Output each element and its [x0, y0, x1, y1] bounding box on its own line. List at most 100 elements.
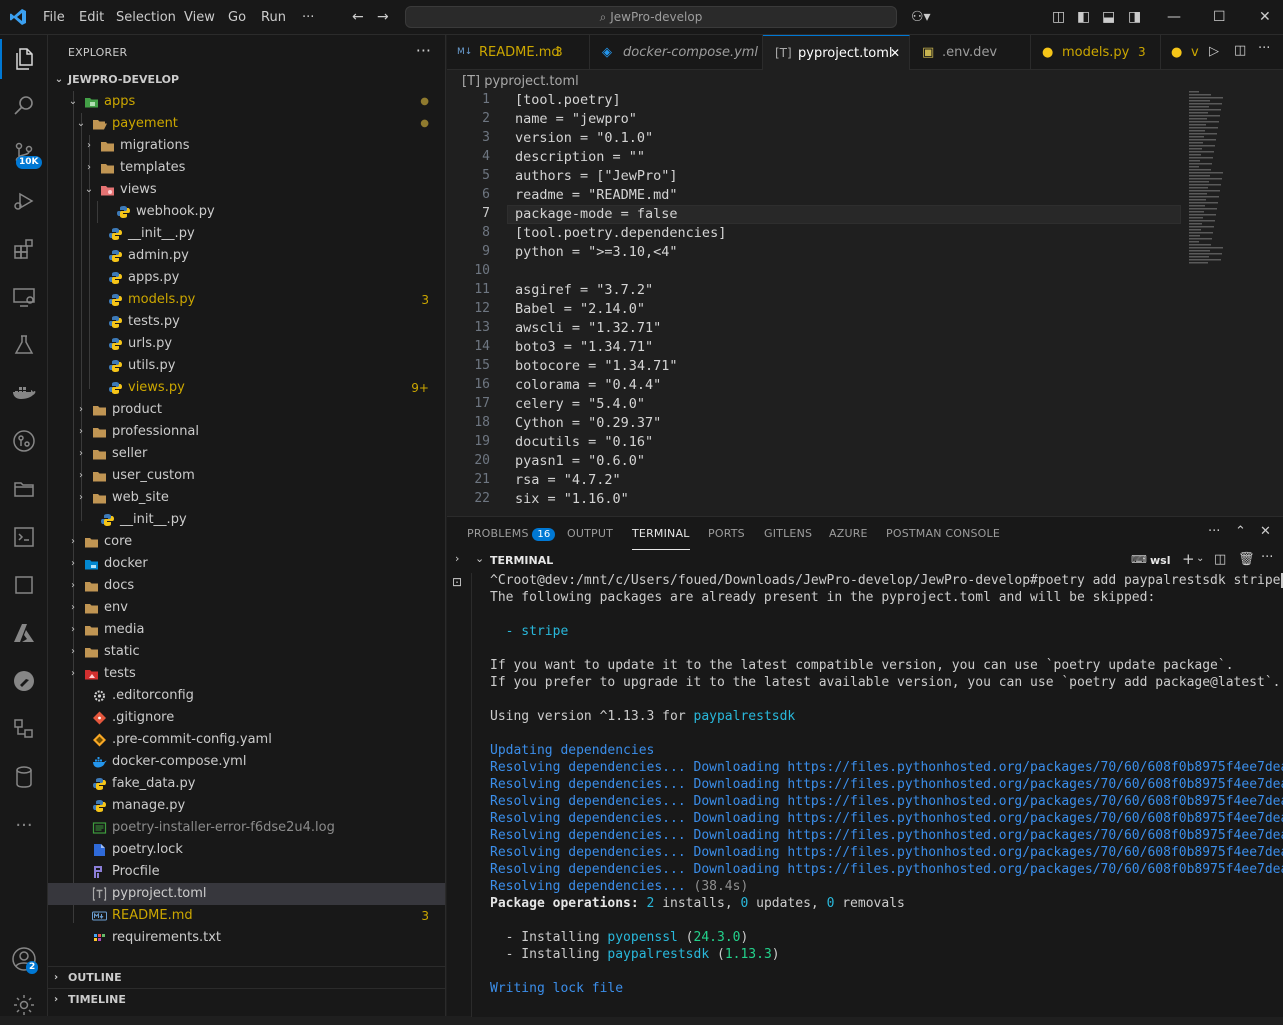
explorer-item[interactable]: › env [48, 597, 445, 619]
chevron-down-icon[interactable]: ⌄ [74, 113, 88, 135]
forward-arrow-icon[interactable]: → [377, 9, 389, 25]
tab-terminal[interactable]: TERMINAL [632, 517, 690, 550]
chevron-down-icon[interactable]: ⌄ [82, 179, 96, 201]
explorer-item[interactable]: pyproject.toml [48, 883, 445, 905]
extensions-icon[interactable] [0, 229, 48, 269]
chevron-right-icon[interactable]: › [66, 663, 80, 685]
command-center-search[interactable]: ⌕ JewPro-develop [405, 6, 897, 28]
kill-terminal-icon[interactable]: 🗑 [1238, 552, 1255, 567]
gitlens-icon[interactable] [0, 421, 48, 461]
explorer-item[interactable]: › user_custom [48, 465, 445, 487]
maximize-icon[interactable]: ☐ [1213, 9, 1226, 25]
chevron-right-icon[interactable]: › [66, 531, 80, 553]
outline-section[interactable]: › OUTLINE [48, 966, 445, 989]
explorer-item[interactable]: › docker [48, 553, 445, 575]
explorer-item[interactable]: › professionnal [48, 421, 445, 443]
toggle-secondary-sidebar-icon[interactable]: ◨ [1128, 9, 1141, 25]
menu-go[interactable]: Go [228, 0, 246, 35]
minimap[interactable] [1189, 91, 1249, 266]
explorer-item[interactable]: › static [48, 641, 445, 663]
explorer-item[interactable]: apps.py [48, 267, 445, 289]
chevron-right-icon[interactable]: › [74, 443, 88, 465]
chevron-right-icon[interactable]: › [66, 597, 80, 619]
explorer-item[interactable]: poetry-installer-error-f6dse2u4.log [48, 817, 445, 839]
breadcrumb[interactable]: [T] pyproject.toml [462, 72, 579, 92]
terminal-view-icon[interactable] [0, 517, 48, 557]
collapse-sidebar-icon[interactable]: › [455, 552, 459, 565]
menu-view[interactable]: View [184, 0, 215, 35]
tab-ports[interactable]: PORTS [708, 517, 745, 550]
close-tab-icon[interactable]: ✕ [890, 36, 900, 70]
split-terminal-icon[interactable]: ◫ [1214, 552, 1226, 567]
code-editor[interactable]: 1 [tool.poetry] 2 name = "jewpro" 3 version =… [447, 91, 1283, 515]
extension-tree-icon[interactable] [0, 709, 48, 749]
terminal-output[interactable]: ^Croot@dev:/mnt/c/Users/foued/Downloads/… [471, 573, 1283, 1017]
chevron-right-icon[interactable]: › [74, 487, 88, 509]
tab-postman-console[interactable]: POSTMAN CONSOLE [886, 517, 1000, 550]
explorer-item[interactable]: › migrations [48, 135, 445, 157]
explorer-item[interactable]: __init__.py [48, 223, 445, 245]
explorer-item[interactable]: › core [48, 531, 445, 553]
terminal-shell-name[interactable]: wsl [1150, 554, 1170, 567]
azure-icon[interactable] [0, 613, 48, 653]
tab-views-truncated[interactable]: ● v [1161, 35, 1201, 70]
postman-icon[interactable] [0, 661, 48, 701]
toggle-sidebar-icon[interactable]: ◧ [1077, 9, 1090, 25]
explorer-item[interactable]: utils.py [48, 355, 445, 377]
explorer-item[interactable]: ⌄ views [48, 179, 445, 201]
terminal-more-icon[interactable]: ··· [1261, 550, 1273, 565]
chevron-down-icon[interactable]: ⌄ [66, 91, 80, 113]
explorer-root[interactable]: ⌄ JEWPRO-DEVELOP [48, 69, 445, 91]
new-terminal-icon[interactable]: + [1182, 550, 1195, 568]
customize-layout-icon[interactable]: ◫ [1052, 9, 1065, 25]
chevron-right-icon[interactable]: › [66, 641, 80, 663]
tab-models[interactable]: ● models.py 3 [1031, 35, 1161, 70]
explorer-item[interactable]: › templates [48, 157, 445, 179]
close-window-icon[interactable]: ✕ [1259, 9, 1271, 25]
chevron-right-icon[interactable]: › [66, 619, 80, 641]
panel-more-icon[interactable]: ··· [1208, 524, 1220, 539]
more-views-icon[interactable]: ··· [0, 805, 48, 845]
search-icon[interactable] [0, 85, 48, 125]
chevron-right-icon[interactable]: › [66, 553, 80, 575]
maximize-panel-icon[interactable]: ⌃ [1235, 524, 1246, 539]
explorer-item[interactable]: docker-compose.yml [48, 751, 445, 773]
tab-pyproject[interactable]: [T] pyproject.toml ✕ [763, 35, 910, 70]
menu-selection[interactable]: Selection [116, 0, 176, 35]
copilot-icon[interactable]: ⚇▾ [911, 9, 931, 25]
run-debug-icon[interactable] [0, 181, 48, 221]
explorer-item[interactable]: urls.py [48, 333, 445, 355]
terminal-chevron-icon[interactable]: ⌄ [475, 552, 484, 565]
toggle-panel-icon[interactable]: ⬓ [1102, 9, 1115, 25]
remote-explorer-icon[interactable] [0, 277, 48, 317]
tab-docker-compose[interactable]: ◈ docker-compose.yml [590, 35, 763, 70]
explorer-item[interactable]: › docs [48, 575, 445, 597]
tab-output[interactable]: OUTPUT [567, 517, 613, 550]
explorer-item[interactable]: .editorconfig [48, 685, 445, 707]
explorer-item[interactable]: admin.py [48, 245, 445, 267]
explorer-item[interactable]: Procfile [48, 861, 445, 883]
tab-gitlens[interactable]: GITLENS [764, 517, 812, 550]
explorer-icon[interactable] [0, 39, 48, 79]
square-view-icon[interactable] [0, 565, 48, 605]
docker-icon[interactable] [0, 373, 48, 413]
terminal-dropdown-icon[interactable]: ⌄ [1196, 553, 1204, 564]
menu-run[interactable]: Run [261, 0, 286, 35]
close-panel-icon[interactable]: ✕ [1260, 524, 1271, 539]
database-icon[interactable] [0, 757, 48, 797]
explorer-item[interactable]: › tests [48, 663, 445, 685]
manage-gear-icon[interactable] [0, 985, 48, 1025]
chevron-right-icon[interactable]: › [66, 575, 80, 597]
minimize-icon[interactable]: — [1167, 9, 1181, 25]
breadcrumb-file[interactable]: pyproject.toml [484, 74, 579, 89]
explorer-item[interactable]: models.py 3 [48, 289, 445, 311]
explorer-item[interactable]: › web_site [48, 487, 445, 509]
chevron-right-icon[interactable]: › [74, 421, 88, 443]
explorer-item[interactable]: requirements.txt [48, 927, 445, 949]
menu-file[interactable]: File [43, 0, 65, 35]
explorer-item[interactable]: manage.py [48, 795, 445, 817]
terminal-shell-icon[interactable]: ⌨ [1131, 553, 1147, 566]
explorer-item[interactable]: __init__.py [48, 509, 445, 531]
explorer-item[interactable]: poetry.lock [48, 839, 445, 861]
explorer-item[interactable]: views.py 9+ [48, 377, 445, 399]
